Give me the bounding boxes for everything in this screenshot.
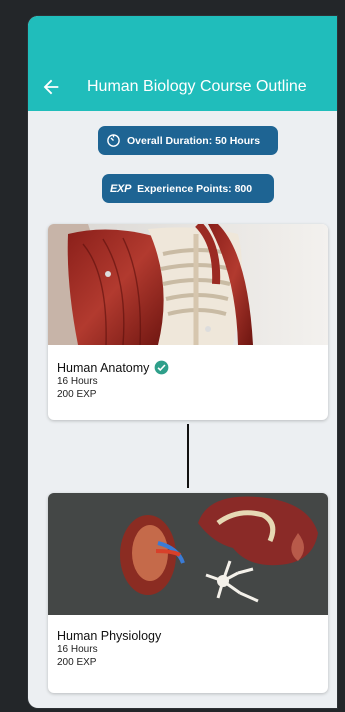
module-connector bbox=[187, 424, 189, 488]
experience-label: Experience Points: 800 bbox=[137, 182, 253, 195]
module-name: Human Physiology bbox=[57, 629, 161, 643]
module-info: Human Physiology 16 Hours 200 EXP bbox=[57, 629, 161, 669]
app-screen: Human Biology Course Outline Overall Dur… bbox=[28, 16, 337, 708]
module-hours: 16 Hours bbox=[57, 376, 98, 387]
anatomy-model-image bbox=[48, 224, 328, 345]
page-title: Human Biology Course Outline bbox=[87, 78, 307, 95]
module-card-anatomy[interactable]: Human Anatomy 16 Hours 200 EXP bbox=[48, 224, 328, 420]
exp-icon: EXP bbox=[110, 182, 132, 195]
module-hours: 16 Hours bbox=[57, 644, 98, 655]
module-exp: 200 EXP bbox=[57, 657, 97, 668]
module-title: Human Physiology bbox=[57, 629, 162, 643]
duration-label: Overall Duration: 50 Hours bbox=[127, 134, 261, 147]
duration-badge: Overall Duration: 50 Hours bbox=[98, 126, 278, 155]
arrow-left-icon[interactable] bbox=[40, 76, 62, 98]
module-info: Human Anatomy 16 Hours 200 EXP bbox=[57, 360, 169, 401]
module-exp: 200 EXP bbox=[57, 389, 97, 400]
experience-badge: EXP Experience Points: 800 bbox=[102, 174, 274, 203]
physiology-model-image bbox=[48, 493, 328, 615]
module-card-physiology[interactable]: Human Physiology 16 Hours 200 EXP bbox=[48, 493, 328, 693]
check-circle-icon bbox=[155, 360, 169, 375]
timer-icon bbox=[107, 134, 120, 147]
module-name: Human Anatomy bbox=[57, 360, 169, 375]
app-bar: Human Biology Course Outline bbox=[28, 16, 337, 111]
module-title: Human Anatomy bbox=[57, 360, 150, 375]
